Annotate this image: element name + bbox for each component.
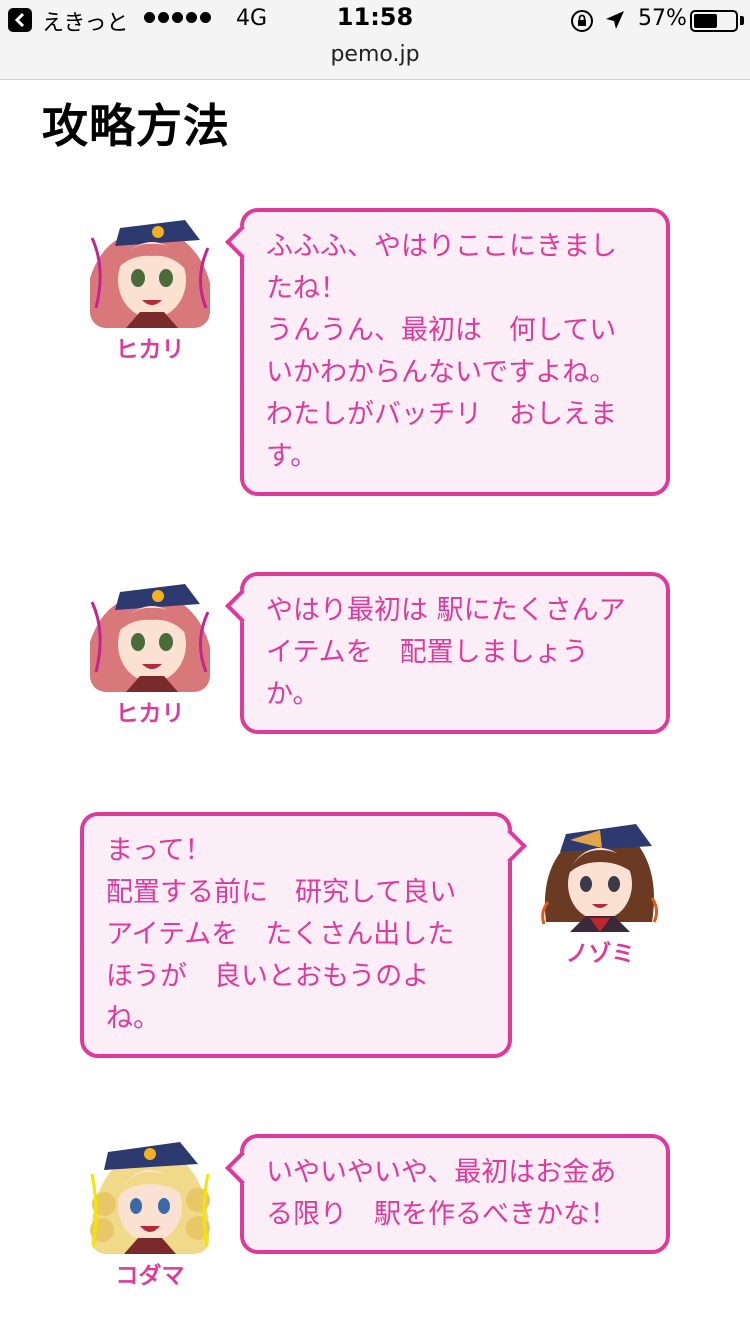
- battery-icon: [690, 10, 738, 32]
- bubble-line: 配置する前に 研究して良い: [106, 877, 457, 908]
- rotation-lock-icon: [571, 10, 593, 32]
- bubble-line: す。: [266, 441, 318, 472]
- page-title: 攻略方法: [42, 99, 230, 153]
- bubble-line: ね。: [106, 1003, 160, 1034]
- url-bar[interactable]: pemo.jp: [0, 42, 750, 67]
- bubble-line: いかわからんないですよね。: [266, 357, 617, 388]
- bubble-line: か。: [266, 679, 320, 710]
- bubble-line: る限り 駅を作るべきかな！: [266, 1199, 617, 1230]
- kodama-avatar: [90, 1134, 210, 1254]
- speaker-name: ノゾミ: [565, 941, 635, 967]
- speech-bubble: まって！ 配置する前に 研究して良い アイテムを たくさん出した ほうが 良いと…: [80, 812, 512, 1058]
- bubble-line: ふふふ、やはりここにきまし: [266, 231, 617, 262]
- battery-percent: 57%: [638, 6, 687, 31]
- hikari-avatar: [90, 572, 210, 692]
- battery-tip: [740, 16, 744, 25]
- bubble-line: わたしがバッチリ おしえま: [266, 399, 617, 430]
- hikari-avatar: [90, 208, 210, 328]
- speaker-name: コダマ: [115, 1263, 185, 1289]
- speech-bubble: やはり最初は 駅にたくさんア イテムを 配置しましょう か。: [240, 572, 670, 734]
- bubble-line: イテムを 配置しましょう: [266, 637, 589, 668]
- bubble-line: まって！: [106, 835, 212, 866]
- bubble-line: うんうん、最初は 何してい: [266, 315, 617, 346]
- bubble-line: ほうが 良いとおもうのよ: [106, 961, 430, 992]
- bubble-line: アイテムを たくさん出した: [106, 919, 455, 950]
- speech-bubble: ふふふ、やはりここにきまし たね！ うんうん、最初は 何してい いかわからんない…: [240, 208, 670, 496]
- nozomi-avatar: [540, 812, 660, 932]
- status-bar: えきっと 4G 11:58 57% pemo.jp: [0, 0, 750, 80]
- speaker-name: ヒカリ: [115, 701, 185, 727]
- bubble-line: たね！: [266, 273, 347, 304]
- bubble-line: やはり最初は 駅にたくさんア: [266, 595, 626, 626]
- location-icon: [606, 11, 624, 29]
- bubble-line: いやいやいや、最初はお金あ: [266, 1157, 617, 1188]
- speech-bubble: いやいやいや、最初はお金あ る限り 駅を作るべきかな！: [240, 1134, 670, 1254]
- speaker-name: ヒカリ: [115, 337, 185, 363]
